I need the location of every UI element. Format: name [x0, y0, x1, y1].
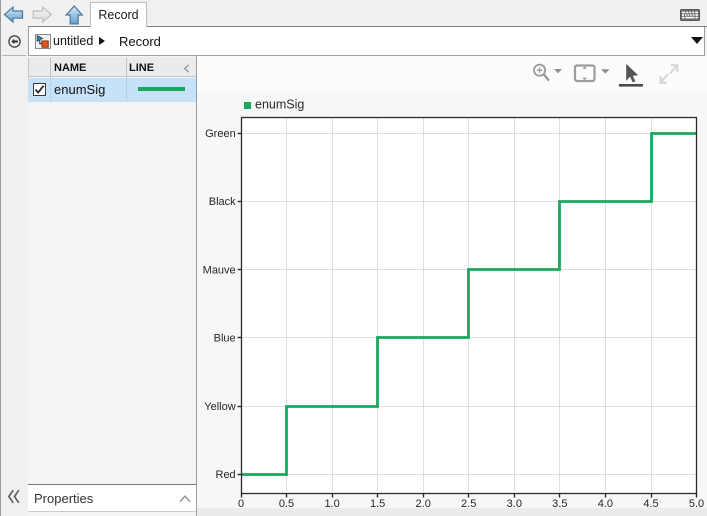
svg-text:5.0: 5.0 [689, 498, 704, 510]
svg-text:Black: Black [209, 196, 236, 208]
svg-text:0.5: 0.5 [279, 498, 294, 510]
svg-text:4.5: 4.5 [643, 498, 658, 510]
svg-text:Mauve: Mauve [203, 264, 236, 276]
svg-text:Green: Green [205, 128, 236, 140]
svg-text:2.5: 2.5 [461, 498, 476, 510]
svg-text:Red: Red [216, 469, 236, 481]
svg-text:1.5: 1.5 [370, 498, 385, 510]
svg-text:4.0: 4.0 [598, 498, 613, 510]
svg-text:3.0: 3.0 [507, 498, 522, 510]
svg-text:Blue: Blue [214, 333, 236, 345]
svg-text:1.0: 1.0 [324, 498, 339, 510]
svg-text:0: 0 [238, 498, 244, 510]
svg-text:2.0: 2.0 [416, 498, 431, 510]
svg-text:3.5: 3.5 [552, 498, 567, 510]
svg-text:Yellow: Yellow [204, 401, 235, 413]
svg-text:enumSig: enumSig [255, 98, 304, 112]
